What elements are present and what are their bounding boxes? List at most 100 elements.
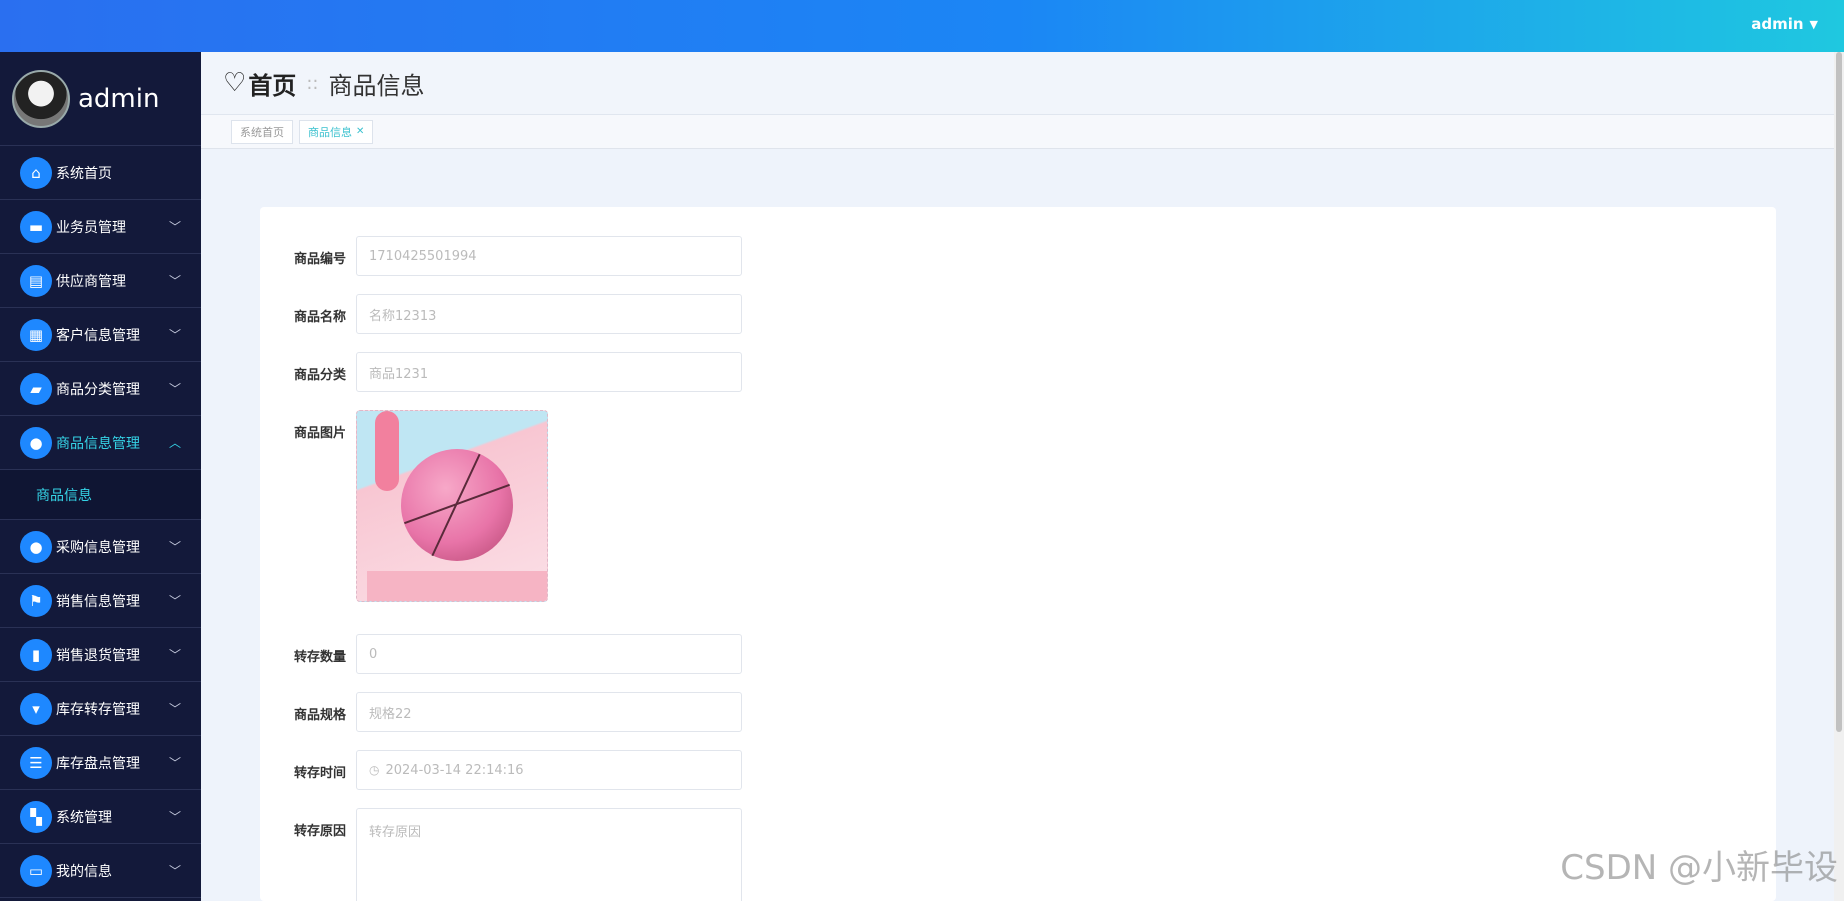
sidebar-item-label: 系统管理 xyxy=(56,809,112,826)
id-card-icon: ▭ xyxy=(20,854,52,887)
field-label: 商品编号 xyxy=(293,252,346,267)
profile-name: admin xyxy=(78,83,160,114)
folder-icon: ▰ xyxy=(20,372,52,405)
chevron-down-icon: ﹀ xyxy=(168,648,181,662)
bulb-icon: ● xyxy=(20,530,52,563)
caret-down-icon: ▼ xyxy=(1809,17,1818,31)
home-icon: ⌂ xyxy=(20,156,52,189)
scrollbar-thumb[interactable] xyxy=(1836,52,1842,732)
sidebar-item-transfer[interactable]: ▾ 库存转存管理 ﹀ xyxy=(0,682,201,736)
sidebar-item-inventory[interactable]: ☰ 库存盘点管理 ﹀ xyxy=(0,736,201,790)
field-label: 商品图片 xyxy=(293,426,346,441)
chevron-down-icon: ﹀ xyxy=(168,540,181,554)
form-row-spec: 商品规格 规格22 xyxy=(260,692,742,732)
sidebar-item-profile[interactable]: ▭ 我的信息 ﹀ xyxy=(0,844,201,898)
scrollbar[interactable] xyxy=(1834,52,1844,901)
sidebar-item-purchase[interactable]: ● 采购信息管理 ﹀ xyxy=(0,520,201,574)
form-row-code: 商品编号 1710425501994 xyxy=(260,236,742,276)
sidebar-item-home[interactable]: ⌂ 系统首页 xyxy=(0,146,201,200)
sidebar-item-label: 业务员管理 xyxy=(56,219,126,236)
sidebar-item-salesman[interactable]: ▬ 业务员管理 ﹀ xyxy=(0,200,201,254)
breadcrumb-separator: :: xyxy=(306,72,319,94)
chevron-down-icon: ﹀ xyxy=(168,756,181,770)
sidebar-item-supplier[interactable]: ▤ 供应商管理 ﹀ xyxy=(0,254,201,308)
chevron-down-icon: ﹀ xyxy=(168,864,181,878)
name-input[interactable]: 名称12313 xyxy=(356,294,742,334)
user-menu[interactable]: admin ▼ xyxy=(1751,15,1818,33)
sidebar-item-label: 库存盘点管理 xyxy=(56,755,140,772)
product-image[interactable] xyxy=(356,410,548,602)
tab-label: 系统首页 xyxy=(240,125,284,139)
form-row-image: 商品图片 xyxy=(260,410,548,602)
sidebar-item-label: 销售信息管理 xyxy=(56,593,140,610)
time-value: 2024-03-14 22:14:16 xyxy=(385,762,524,778)
heart-icon: ♡ xyxy=(223,68,247,98)
breadcrumb-current: 商品信息 xyxy=(328,71,425,100)
chevron-down-icon: ﹀ xyxy=(168,220,181,234)
monitor-icon: ▾ xyxy=(20,692,52,725)
code-input[interactable]: 1710425501994 xyxy=(356,236,742,276)
sidebar-item-customer[interactable]: ▦ 客户信息管理 ﹀ xyxy=(0,308,201,362)
clipboard-icon: ▤ xyxy=(20,264,52,297)
breadcrumb-home[interactable]: 首页 xyxy=(248,66,296,101)
top-bar: admin ▼ xyxy=(0,0,1844,52)
field-label: 转存数量 xyxy=(293,650,346,665)
tab-bar: 系统首页 商品信息 ✕ xyxy=(201,115,1844,149)
chevron-down-icon: ﹀ xyxy=(168,274,181,288)
avatar xyxy=(12,69,70,128)
chevron-down-icon: ﹀ xyxy=(168,594,181,608)
field-label: 商品分类 xyxy=(293,368,346,383)
category-input[interactable]: 商品1231 xyxy=(356,352,742,392)
quantity-input[interactable]: 0 xyxy=(356,634,742,674)
sidebar-item-label: 商品信息管理 xyxy=(56,435,140,452)
product-form: 商品编号 1710425501994 商品名称 名称12313 商品分类 商品1… xyxy=(260,207,1776,901)
chevron-down-icon: ﹀ xyxy=(168,810,181,824)
tab-product-info[interactable]: 商品信息 ✕ xyxy=(299,119,374,144)
profile: admin xyxy=(0,52,201,146)
tab-home[interactable]: 系统首页 xyxy=(231,119,293,144)
user-name: admin xyxy=(1751,15,1804,33)
close-icon[interactable]: ✕ xyxy=(356,126,364,137)
sidebar-item-label: 采购信息管理 xyxy=(56,539,140,556)
sidebar-subitem-product-info[interactable]: 商品信息 xyxy=(0,470,201,520)
watermark: CSDN @小新毕设 xyxy=(1560,848,1838,888)
form-row-time: 转存时间 ◷ 2024-03-14 22:14:16 xyxy=(260,750,742,790)
form-row-quantity: 转存数量 0 xyxy=(260,634,742,674)
sidebar-item-product[interactable]: ● 商品信息管理 ︿ xyxy=(0,416,201,470)
clock-icon: ◷ xyxy=(369,763,380,777)
sidebar-item-label: 商品分类管理 xyxy=(56,381,140,398)
flag-icon: ⚑ xyxy=(20,584,52,617)
user-icon: ● xyxy=(20,426,52,459)
reason-textarea[interactable]: 转存原因 xyxy=(356,808,742,901)
spec-input[interactable]: 规格22 xyxy=(356,692,742,732)
chat-icon: ▬ xyxy=(20,210,52,243)
sidebar-item-label: 销售退货管理 xyxy=(56,647,140,664)
chevron-down-icon: ﹀ xyxy=(168,702,181,716)
field-label: 转存时间 xyxy=(293,766,346,781)
tab-label: 商品信息 xyxy=(308,125,352,139)
field-label: 转存原因 xyxy=(293,824,346,839)
form-row-category: 商品分类 商品1231 xyxy=(260,352,742,392)
field-label: 商品名称 xyxy=(293,310,346,325)
sidebar-item-label: 系统首页 xyxy=(56,165,112,182)
grid-icon: ▦ xyxy=(20,318,52,351)
sidebar-item-category[interactable]: ▰ 商品分类管理 ﹀ xyxy=(0,362,201,416)
sidebar-item-sales[interactable]: ⚑ 销售信息管理 ﹀ xyxy=(0,574,201,628)
flamingo-shape xyxy=(375,411,399,491)
book-icon: ▮ xyxy=(20,638,52,671)
sidebar: admin ⌂ 系统首页 ▬ 业务员管理 ﹀ ▤ 供应商管理 ﹀ ▦ 客户信息管… xyxy=(0,52,201,901)
chevron-down-icon: ﹀ xyxy=(168,382,181,396)
form-row-reason: 转存原因 转存原因 xyxy=(260,808,742,901)
page-header: ♡ 首页 :: 商品信息 xyxy=(201,52,1844,115)
sidebar-item-label: 库存转存管理 xyxy=(56,701,140,718)
stand-shape xyxy=(367,571,547,601)
chevron-down-icon: ﹀ xyxy=(168,328,181,342)
time-picker[interactable]: ◷ 2024-03-14 22:14:16 xyxy=(356,750,742,790)
sidebar-item-label: 供应商管理 xyxy=(56,273,126,290)
sidebar-item-label: 我的信息 xyxy=(56,863,112,880)
sidebar-item-return[interactable]: ▮ 销售退货管理 ﹀ xyxy=(0,628,201,682)
sidebar-item-system[interactable]: ▚ 系统管理 ﹀ xyxy=(0,790,201,844)
form-row-name: 商品名称 名称12313 xyxy=(260,294,742,334)
chevron-up-icon: ︿ xyxy=(168,436,181,450)
sidebar-item-label: 客户信息管理 xyxy=(56,327,140,344)
